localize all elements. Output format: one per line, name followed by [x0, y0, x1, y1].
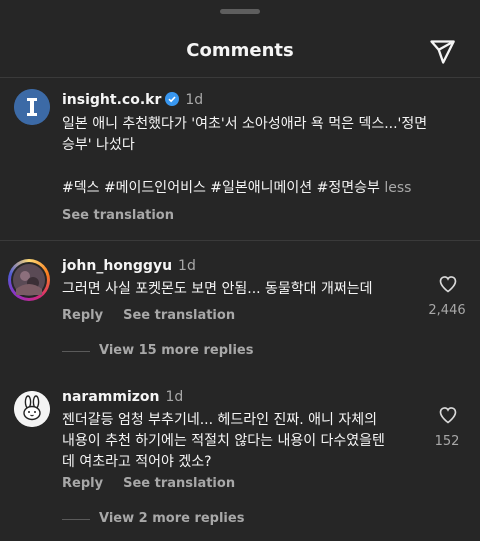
replies-line	[62, 519, 90, 520]
comment-username[interactable]: john_honggyu 1d	[62, 258, 196, 274]
post-see-translation[interactable]: See translation	[62, 208, 194, 223]
heart-icon[interactable]	[438, 274, 458, 294]
comment-text: 젠더갈등 엄청 부추기네... 헤드라인 진짜. 애니 자체의 내용이 추천 하…	[62, 412, 385, 470]
header-divider	[0, 77, 480, 78]
less-link[interactable]: less	[384, 180, 411, 196]
comment-username[interactable]: narammizon 1d	[62, 389, 183, 405]
rabbit-avatar-icon	[14, 391, 50, 427]
insight-logo-icon	[14, 89, 50, 125]
post-hashtags: #덱스 #메이드인어비스 #일본애니메이션 #정면승부 less	[62, 178, 472, 199]
like-count: 152	[434, 434, 460, 449]
profile-photo-icon	[11, 262, 47, 298]
post-time: 1d	[185, 92, 204, 108]
replies-line	[62, 351, 90, 352]
drag-handle[interactable]	[220, 9, 260, 14]
caption-divider	[0, 240, 480, 241]
verified-badge-icon	[165, 92, 180, 106]
reply-button[interactable]: Reply	[62, 308, 103, 323]
avatar[interactable]	[14, 89, 50, 125]
comment-text: 그러면 사실 포켓몬도 보면 안됨... 동물학대 개쩌는데	[62, 281, 373, 297]
heart-icon[interactable]	[438, 405, 458, 425]
reply-button[interactable]: Reply	[62, 476, 103, 491]
avatar[interactable]	[14, 391, 50, 427]
comment-time: 1d	[165, 389, 184, 405]
avatar[interactable]	[8, 259, 50, 301]
paper-plane-icon[interactable]	[428, 38, 456, 66]
comment-time: 1d	[178, 258, 196, 274]
post-username[interactable]: insight.co.kr 1d	[62, 92, 203, 108]
view-more-replies-button[interactable]: View 15 more replies	[99, 343, 254, 358]
see-translation-button[interactable]: See translation	[123, 308, 235, 323]
see-translation-button[interactable]: See translation	[123, 476, 235, 491]
post-caption: 일본 애니 추천했다가 '여초'서 소아성애라 욕 먹은 덱스...'정면 승부…	[62, 116, 428, 153]
page-title: Comments	[186, 40, 294, 61]
hashtag-links[interactable]: #덱스 #메이드인어비스 #일본애니메이션 #정면승부	[62, 180, 380, 196]
like-count: 2,446	[428, 303, 466, 318]
comment-actions: Reply See translation	[62, 308, 255, 323]
comment-actions: Reply See translation	[62, 476, 255, 491]
view-more-replies-button[interactable]: View 2 more replies	[99, 511, 244, 526]
